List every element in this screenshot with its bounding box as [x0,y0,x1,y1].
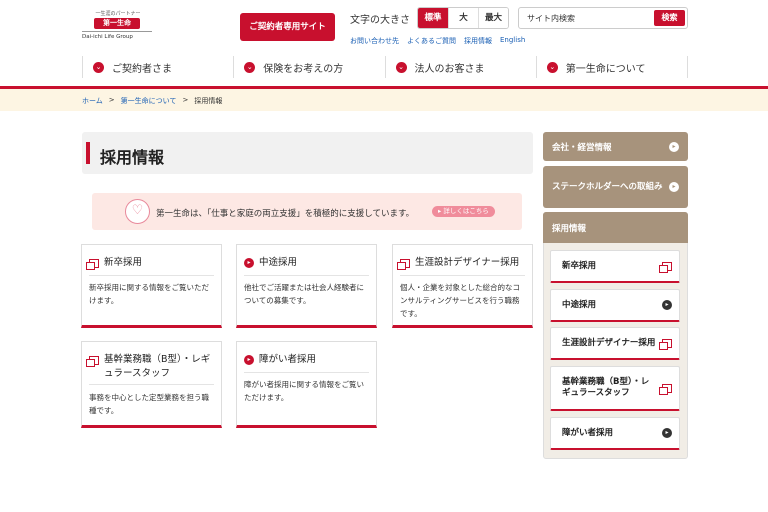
search-input[interactable] [519,8,649,28]
page-title: 採用情報 [100,148,165,167]
breadcrumb-about[interactable]: 第一生命について [121,96,177,106]
sidebar-item-life-designer[interactable]: 生涯設計デザイナー採用 [550,327,680,360]
arrow-right-icon: ▸ [244,355,254,365]
recruit-link[interactable]: 採用情報 [464,36,492,46]
main-nav: ⌄ ご契約者さま ⌄ 保険をお考えの方 ⌄ 法人のお客さま ⌄ 第一生命について [82,56,688,78]
sidebar-item-disability[interactable]: 障がい者採用 ▸ [550,417,680,450]
card-mid-career[interactable]: ▸ 中途採用 他社でご活躍または社会人経験者についての募集です。 [236,244,377,328]
card-description: 他社でご活躍または社会人経験者についての募集です。 [244,283,364,305]
chevron-down-icon: ⌄ [93,61,104,73]
sidebar-item-label: 新卒採用 [562,260,597,271]
sidebar-head-label: 採用情報 [552,223,587,234]
nav-item-label: 第一生命について [565,63,646,75]
utility-links: お問い合わせ先 よくあるご質問 採用情報 English [350,36,525,46]
arrow-right-icon: ▸ [669,182,679,192]
breadcrumb-separator: > [108,96,115,104]
nav-item-policyholders[interactable]: ⌄ ご契約者さま [82,56,235,78]
nav-item-corporate[interactable]: ⌄ 法人のお客さま [386,56,537,78]
sidebar-item-core-staff[interactable]: 基幹業務職（B型）・レギュラースタッフ [550,366,680,411]
nav-item-about[interactable]: ⌄ 第一生命について [537,56,688,78]
logo-divider [82,31,152,32]
card-core-staff[interactable]: 基幹業務職（B型）・レギュラースタッフ 事務を中心とした定型業務を担う職種です。 [81,341,222,428]
card-title: 基幹業務職（B型）・レギュラースタッフ [104,354,211,379]
card-description: 障がい者採用に関する情報をご覧いただけます。 [244,380,364,402]
nav-item-label: 法人のお客さま [414,63,485,75]
sidebar-item-label: 生涯設計デザイナー採用 [562,337,656,348]
contact-link[interactable]: お問い合わせ先 [350,36,399,46]
card-description: 個人・企業を対象とした総合的なコンサルティングサービスを行う職務です。 [400,283,520,318]
external-link-icon [659,383,672,395]
card-description: 新卒採用に関する情報をご覧いただけます。 [89,283,209,305]
external-link-icon [397,259,410,270]
font-size-large-button[interactable]: 大 [448,8,478,28]
breadcrumb: ホーム > 第一生命について > 採用情報 [82,96,222,106]
logo-group-name: Dai-ichi Life Group [82,34,133,40]
heart-icon: ♡ [125,199,150,224]
title-accent-bar [86,142,90,164]
breadcrumb-current: 採用情報 [194,97,223,105]
sidebar-item-new-graduate[interactable]: 新卒採用 [550,250,680,283]
chevron-down-icon: ⌄ [395,61,407,73]
card-title: 新卒採用 [104,257,143,268]
nav-item-label: ご契約者さま [112,63,172,75]
arrow-right-icon: ▸ [662,300,672,310]
card-title: 中途採用 [259,257,298,268]
english-link[interactable]: English [500,36,525,46]
banner-text: 第一生命は、「仕事と家庭の両立支援」を積極的に支援しています。 [156,209,415,219]
external-link-icon [659,261,672,273]
site-logo[interactable]: 一生涯のパートナー 第一生命 Dai-ichi Life Group [82,10,152,46]
sidebar-item-label: 基幹業務職（B型）・レギュラースタッフ [562,377,650,398]
font-size-label: 文字の大きさ [350,15,410,26]
card-divider [89,384,214,385]
sidebar-item-label: 障がい者採用 [562,427,614,438]
card-divider [244,372,369,373]
external-link-icon [86,259,99,270]
card-description: 事務を中心とした定型業務を担う職種です。 [89,393,209,415]
nav-item-prospects[interactable]: ⌄ 保険をお考えの方 [234,56,386,78]
sidebar-company-info[interactable]: 会社・経営情報 ▸ [543,132,688,161]
sidebar-recruit-head[interactable]: 採用情報 [543,212,688,243]
card-life-designer[interactable]: 生涯設計デザイナー採用 個人・企業を対象とした総合的なコンサルティングサービスを… [392,244,533,328]
nav-item-label: 保険をお考えの方 [263,63,344,75]
card-new-graduate[interactable]: 新卒採用 新卒採用に関する情報をご覧いただけます。 [81,244,222,328]
sidebar-head-label: 会社・経営情報 [552,142,612,153]
card-divider [244,275,369,276]
arrow-right-icon: ▸ [244,258,254,268]
breadcrumb-home[interactable]: ホーム [82,96,103,106]
sidebar-head-label: ステークホルダーへの取組み [552,181,663,192]
external-link-icon [86,356,99,367]
card-divider [400,275,525,276]
card-title: 生涯設計デザイナー採用 [415,257,520,268]
sidebar-item-label: 中途採用 [562,299,597,310]
font-size-switcher: 標準 大 最大 [417,7,509,29]
chevron-down-icon: ⌄ [244,61,256,73]
chevron-down-icon: ⌄ [546,61,558,73]
logo-tagline: 一生涯のパートナー [95,11,141,17]
faq-link[interactable]: よくあるご質問 [407,36,456,46]
card-title: 障がい者採用 [259,354,317,365]
breadcrumb-separator: > [182,96,189,104]
sidebar-item-mid-career[interactable]: 中途採用 ▸ [550,289,680,322]
contractor-site-button[interactable]: ご契約者専用サイト [240,13,335,41]
external-link-icon [659,338,672,350]
arrow-right-icon: ▸ [669,141,679,152]
sidebar-stakeholders[interactable]: ステークホルダーへの取組み ▸ [543,166,688,208]
font-size-largest-button[interactable]: 最大 [478,8,508,28]
site-search: 検索 [518,7,688,29]
card-divider [89,275,214,276]
logo-mark: 第一生命 [94,18,140,29]
banner-details-link[interactable]: ▸ 詳しくはこちら [432,206,495,217]
arrow-right-icon: ▸ [662,428,672,438]
search-button[interactable]: 検索 [654,10,685,26]
card-disability[interactable]: ▸ 障がい者採用 障がい者採用に関する情報をご覧いただけます。 [236,341,377,428]
font-size-standard-button[interactable]: 標準 [418,8,448,28]
